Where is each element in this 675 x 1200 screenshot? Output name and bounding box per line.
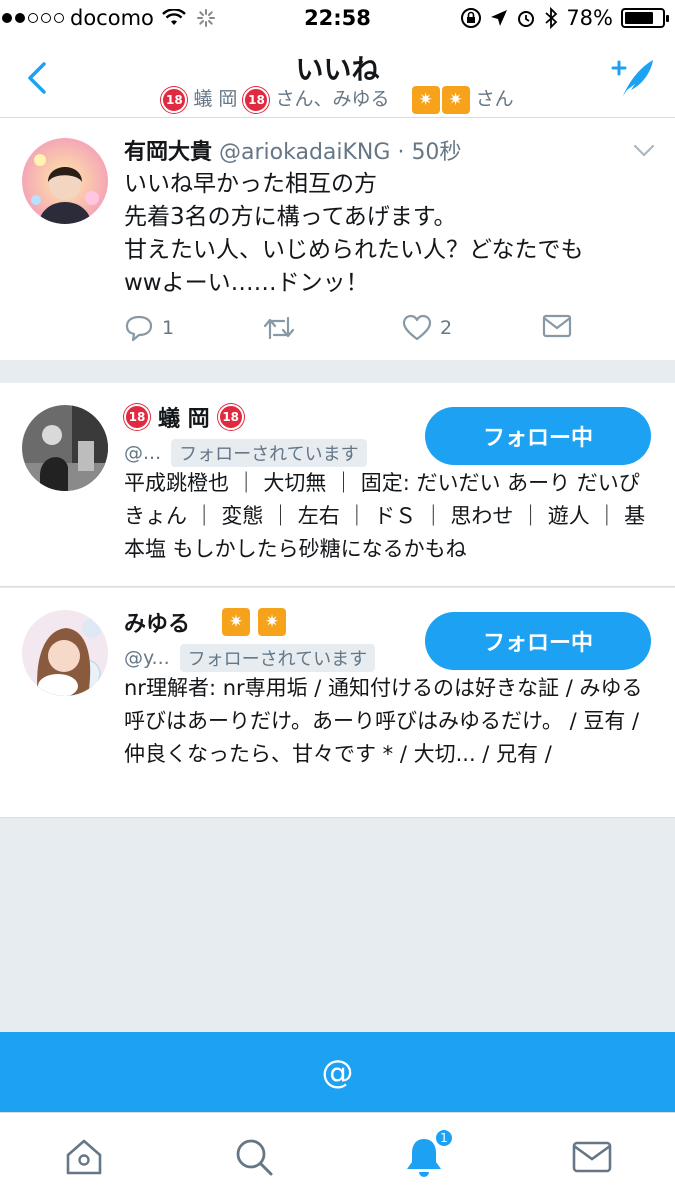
- home-icon[interactable]: [62, 1135, 106, 1179]
- mentions-tab-bar[interactable]: @: [0, 1032, 675, 1112]
- user-handle-row: @y... フォローされています: [124, 644, 376, 672]
- notification-count-badge: 1: [434, 1128, 454, 1148]
- direct-message-button[interactable]: [542, 314, 572, 338]
- user-name[interactable]: 18 蟻 岡 18: [124, 401, 244, 433]
- reply-button[interactable]: 1: [124, 314, 174, 342]
- avatar[interactable]: [22, 138, 108, 224]
- user-card[interactable]: 18 蟻 岡 18 @... フォローされています フォロー中 平成跳橙也 ｜ …: [0, 383, 675, 587]
- status-right: 78%: [460, 6, 669, 30]
- bluetooth-icon: [545, 7, 558, 29]
- avatar[interactable]: [22, 610, 108, 696]
- user-display-name: みゆる: [124, 612, 191, 637]
- follows-you-badge: フォローされています: [179, 644, 376, 672]
- age-badge-icon: 18: [124, 404, 150, 430]
- avatar[interactable]: [22, 405, 108, 491]
- location-icon: [491, 10, 508, 26]
- subtitle-suffix: さん: [475, 88, 514, 110]
- user-handle: @y...: [124, 647, 170, 669]
- reply-count: 1: [162, 317, 175, 339]
- user-bio: nr理解者: nr専用垢 / 通知付けるのは好きな証 / みゆる呼びはあーりだけ…: [124, 676, 643, 766]
- star-badge-icon: ✷: [411, 85, 440, 114]
- status-bar: docomo 22:58 78%: [0, 0, 675, 40]
- star-badge-icon: ✷: [258, 608, 287, 636]
- bottom-tab-bar: [0, 1112, 675, 1200]
- age-badge-icon: 18: [161, 86, 188, 113]
- user-bio: 平成跳橙也 ｜ 大切無 ｜ 固定: だいだい あーり だいぴ きょん ｜ 変態 …: [124, 471, 646, 561]
- tweet-header: 有岡大貴 @ariokadaiKNG · 50秒: [124, 134, 461, 166]
- age-badge-icon: 18: [217, 404, 244, 430]
- messages-envelope-icon[interactable]: [570, 1135, 614, 1179]
- reply-icon: [125, 315, 153, 342]
- compose-tweet-icon[interactable]: [609, 54, 657, 102]
- like-button[interactable]: 2: [402, 314, 452, 342]
- tweet-author-handle[interactable]: @ariokadaiKNG: [219, 140, 390, 165]
- orientation-lock-icon: [461, 8, 482, 28]
- tweet-line: 先着3名の方に構ってあげます。: [124, 204, 457, 230]
- subtitle-user1: 蟻 岡: [193, 88, 238, 110]
- alarm-icon: [518, 11, 535, 27]
- battery-icon: [621, 8, 669, 28]
- age-badge-icon: 18: [243, 86, 270, 113]
- envelope-icon: [542, 314, 572, 338]
- tweet-timestamp: · 50秒: [397, 140, 462, 165]
- tweet-card[interactable]: 有岡大貴 @ariokadaiKNG · 50秒 いいね早かった相互の方 先着3…: [0, 118, 675, 360]
- heart-icon: [402, 314, 432, 341]
- search-icon[interactable]: [232, 1135, 276, 1179]
- follows-you-badge: フォローされています: [171, 439, 367, 467]
- star-badge-icon: ✷: [441, 85, 470, 114]
- retweet-button[interactable]: [262, 314, 296, 342]
- tweet-line: いいね早かった相互の方: [124, 171, 377, 197]
- mentions-icon: @: [321, 1053, 354, 1091]
- tweet-author-name[interactable]: 有岡大貴: [124, 140, 212, 165]
- subtitle-separator: さん、みゆる: [275, 88, 390, 110]
- tweet-line: wwよーい……ドンッ！: [124, 270, 369, 296]
- user-name[interactable]: みゆる ✷ ✷: [124, 606, 287, 638]
- user-card[interactable]: みゆる ✷ ✷ @y... フォローされています フォロー中 nr理解者: nr…: [0, 588, 675, 818]
- page-title: いいね: [295, 53, 380, 86]
- user-display-name: 蟻 岡: [158, 407, 210, 432]
- nav-bar: いいね 18 蟻 岡 18 さん、みゆる ✷ ✷ さん: [0, 40, 675, 118]
- tweet-line: 甘えたい人、いじめられたい人？どなたでも: [124, 237, 584, 263]
- following-button[interactable]: フォロー中: [425, 612, 651, 670]
- user-handle: @...: [124, 442, 162, 464]
- page-subtitle: 18 蟻 岡 18 さん、みゆる ✷ ✷ さん: [0, 84, 675, 114]
- battery-percent: 78%: [566, 6, 613, 30]
- star-badge-icon: ✷: [222, 608, 251, 636]
- following-button[interactable]: フォロー中: [425, 407, 651, 465]
- retweet-icon: [263, 316, 295, 340]
- tweet-actions: 1 2: [124, 314, 584, 344]
- chevron-down-icon[interactable]: [633, 144, 655, 158]
- tweet-text: いいね早かった相互の方 先着3名の方に構ってあげます。 甘えたい人、いじめられた…: [124, 168, 644, 300]
- like-count: 2: [440, 317, 453, 339]
- user-handle-row: @... フォローされています: [124, 439, 367, 467]
